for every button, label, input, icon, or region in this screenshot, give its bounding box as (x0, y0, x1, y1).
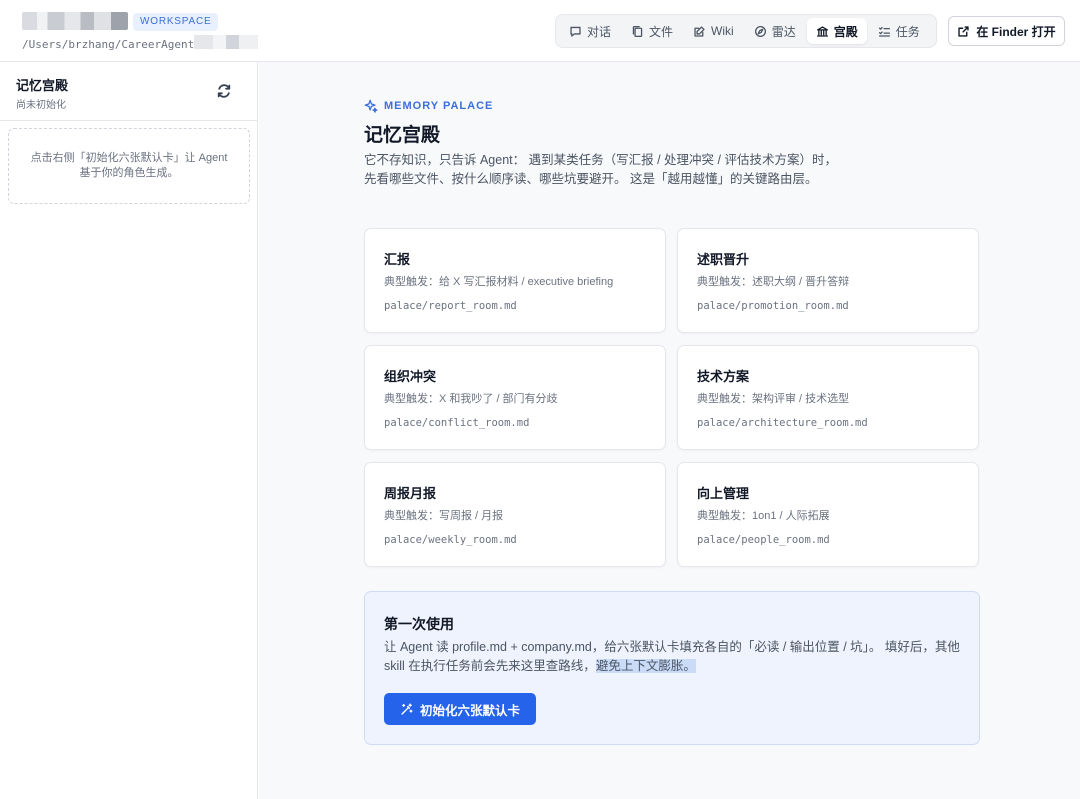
card-title: 向上管理 (697, 486, 750, 501)
nav-tab-label: 雷达 (771, 24, 796, 39)
nav-tab-chat[interactable]: 对话 (560, 18, 620, 44)
main-content: MEMORY PALACE 记忆宫殿 它不存知识，只告诉 Agent： 遇到某类… (259, 62, 1080, 799)
tasks-icon (878, 26, 890, 37)
files-icon (632, 25, 643, 37)
first-use-desc-highlight: 避免上下文膨胀。 (595, 659, 696, 673)
first-use-title: 第一次使用 (384, 616, 454, 632)
wiki-icon (694, 25, 705, 37)
nav-tab-wiki[interactable]: Wiki (684, 18, 743, 44)
sparkle-icon (364, 99, 378, 113)
card-path: palace/weekly_room.md (384, 534, 517, 546)
card-path: palace/report_room.md (384, 300, 517, 312)
card-trigger: 典型触发：X 和我吵了 / 部门有分歧 (384, 393, 558, 405)
card-title: 技术方案 (697, 369, 750, 384)
room-card-promotion[interactable]: 述职晋升 典型触发：述职大纲 / 晋升答辩 palace/promotion_r… (677, 228, 979, 333)
nav-tab-label: 文件 (649, 24, 674, 39)
nav-tab-radar[interactable]: 雷达 (745, 18, 805, 44)
card-path: palace/people_room.md (697, 534, 830, 546)
card-title: 述职晋升 (697, 252, 750, 267)
magic-wand-icon (401, 703, 413, 715)
card-trigger: 典型触发：1on1 / 人际拓展 (697, 510, 830, 522)
nav-tab-label: 任务 (895, 24, 920, 39)
room-card-people[interactable]: 向上管理 典型触发：1on1 / 人际拓展 palace/people_room… (677, 462, 979, 567)
nav-tab-label: Wiki (711, 24, 734, 38)
sidebar-empty-hint: 点击右侧「初始化六张默认卡」让 Agent 基于你的角色生成。 (8, 128, 250, 204)
sidebar: 记忆宫殿 尚未初始化 点击右侧「初始化六张默认卡」让 Agent 基于你的角色生… (0, 62, 258, 799)
card-title: 组织冲突 (384, 369, 437, 384)
card-trigger: 典型触发：述职大纲 / 晋升答辩 (697, 276, 850, 288)
palace-icon (816, 25, 828, 37)
chat-icon (570, 26, 581, 37)
room-card-weekly[interactable]: 周报月报 典型触发：写周报 / 月报 palace/weekly_room.md (364, 462, 666, 567)
app-header: WORKSPACE /Users/brzhang/CareerAgent/大 对… (0, 0, 1080, 62)
workspace-path: /Users/brzhang/CareerAgent/大 (22, 38, 212, 51)
page-title: 记忆宫殿 (364, 125, 441, 146)
external-link-icon (958, 25, 969, 37)
open-in-finder-button[interactable]: 在 Finder 打开 (948, 16, 1065, 46)
room-card-architecture[interactable]: 技术方案 典型触发：架构评审 / 技术选型 palace/architectur… (677, 345, 979, 450)
eyebrow-label: MEMORY PALACE (384, 100, 494, 112)
main-nav: 对话 文件 Wiki 雷达 宫殿 任务 (555, 14, 937, 48)
page-eyebrow: MEMORY PALACE (364, 99, 493, 113)
refresh-icon (217, 84, 231, 98)
card-trigger: 典型触发：给 X 写汇报材料 / executive briefing (384, 276, 614, 288)
card-title: 周报月报 (384, 486, 437, 501)
open-in-finder-label: 在 Finder 打开 (976, 24, 1056, 39)
radar-icon (754, 25, 766, 37)
card-trigger: 典型触发：写周报 / 月报 (384, 510, 504, 522)
card-title: 汇报 (384, 252, 411, 267)
sidebar-header: 记忆宫殿 尚未初始化 (0, 62, 257, 121)
init-default-cards-label: 初始化六张默认卡 (419, 703, 520, 718)
page-description: 它不存知识，只告诉 Agent： 遇到某类任务（写汇报 / 处理冲突 / 评估技… (364, 153, 837, 186)
room-card-conflict[interactable]: 组织冲突 典型触发：X 和我吵了 / 部门有分歧 palace/conflict… (364, 345, 666, 450)
nav-tab-palace[interactable]: 宫殿 (806, 18, 867, 44)
card-path: palace/promotion_room.md (697, 300, 849, 312)
nav-tab-files[interactable]: 文件 (622, 18, 682, 44)
first-use-panel: 第一次使用 让 Agent 读 profile.md + company.md，… (364, 591, 980, 745)
init-default-cards-button[interactable]: 初始化六张默认卡 (384, 693, 536, 725)
card-path: palace/conflict_room.md (384, 417, 530, 429)
sidebar-status: 尚未初始化 (16, 100, 66, 111)
workspace-path-redacted (194, 35, 258, 49)
room-card-report[interactable]: 汇报 典型触发：给 X 写汇报材料 / executive briefing p… (364, 228, 666, 333)
first-use-description: 让 Agent 读 profile.md + company.md，给六张默认卡… (384, 638, 964, 676)
card-trigger: 典型触发：架构评审 / 技术选型 (697, 393, 850, 405)
nav-tab-tasks[interactable]: 任务 (869, 18, 929, 44)
nav-tab-label: 宫殿 (833, 24, 858, 39)
workspace-badge: WORKSPACE (133, 13, 219, 31)
sidebar-title: 记忆宫殿 (16, 78, 69, 93)
card-path: palace/architecture_room.md (697, 417, 868, 429)
refresh-button[interactable] (216, 83, 234, 101)
nav-tab-label: 对话 (587, 24, 612, 39)
workspace-name-redacted (22, 12, 128, 30)
